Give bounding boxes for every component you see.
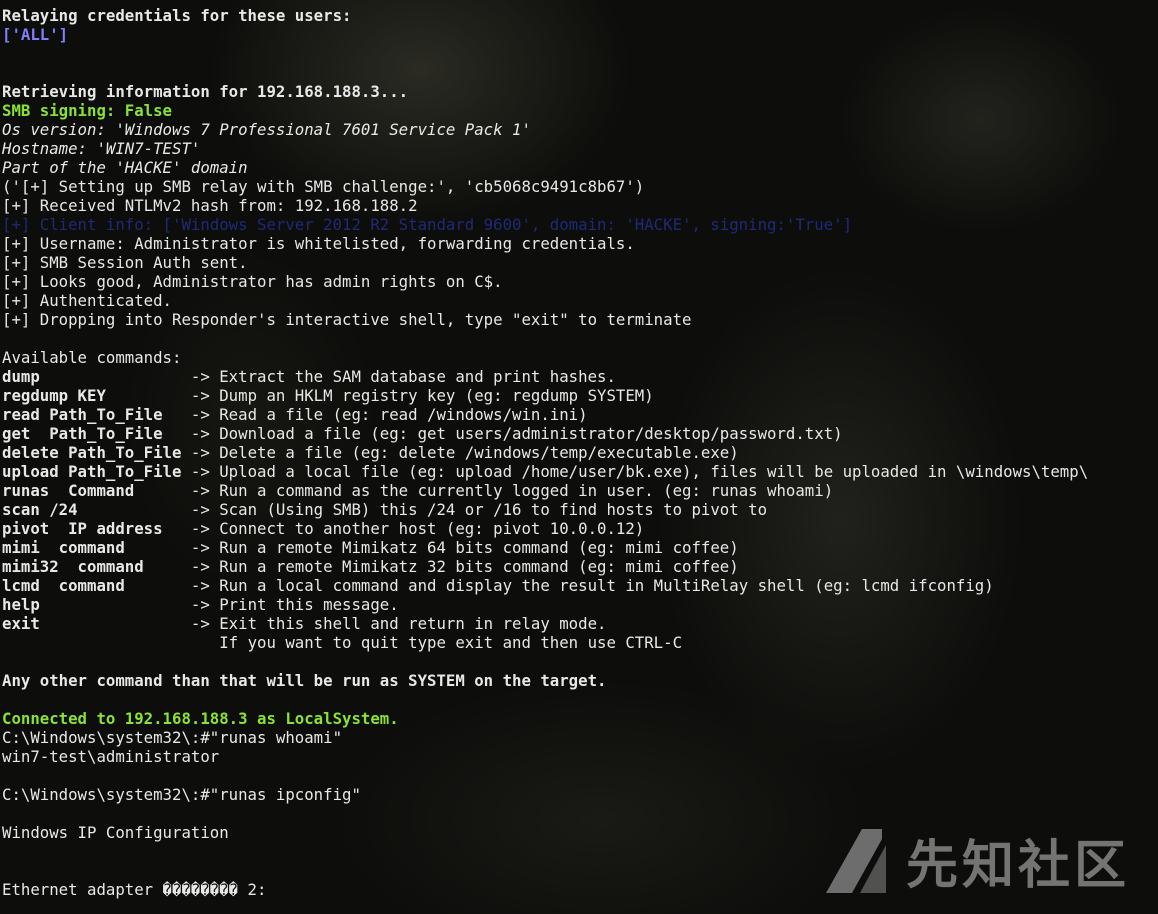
terminal-line: [+] Received NTLMv2 hash from: 192.168.1… xyxy=(2,196,418,215)
command-description: -> Run a local command and display the r… xyxy=(181,576,994,595)
command-description: -> Run a remote Mimikatz 32 bits command… xyxy=(181,557,739,576)
terminal-line: Hostname: 'WIN7-TEST' xyxy=(2,139,201,158)
terminal-line: C:\Windows\system32\:#"runas ipconfig" xyxy=(2,785,361,804)
command-name: exit xyxy=(2,614,182,633)
terminal-line: Relaying credentials for these users: xyxy=(2,6,352,25)
terminal-line: [+] SMB Session Auth sent. xyxy=(2,253,248,272)
command-description: -> Extract the SAM database and print ha… xyxy=(181,367,616,386)
command-description: If you want to quit type exit and then u… xyxy=(181,633,683,652)
command-name: read Path_To_File xyxy=(2,405,182,424)
command-help-row: regdump KEY -> Dump an HKLM registry key… xyxy=(2,386,1158,405)
command-name: runas Command xyxy=(2,481,182,500)
command-description: -> Run a remote Mimikatz 64 bits command… xyxy=(181,538,739,557)
command-description: -> Upload a local file (eg: upload /home… xyxy=(181,462,1089,481)
terminal-line: Any other command than that will be run … xyxy=(2,671,607,690)
command-help-row: help -> Print this message. xyxy=(2,595,1158,614)
command-name xyxy=(2,633,181,652)
command-description: -> Dump an HKLM registry key (eg: regdum… xyxy=(181,386,654,405)
terminal-line: ('[+] Setting up SMB relay with SMB chal… xyxy=(2,177,645,196)
command-help-row: read Path_To_File -> Read a file (eg: re… xyxy=(2,405,1158,424)
command-description: -> Connect to another host (eg: pivot 10… xyxy=(181,519,645,538)
command-help-row: upload Path_To_File -> Upload a local fi… xyxy=(2,462,1158,481)
command-description: -> Print this message. xyxy=(181,595,399,614)
terminal-line: [+] Dropping into Responder's interactiv… xyxy=(2,310,692,329)
command-description: -> Read a file (eg: read /windows/win.in… xyxy=(181,405,588,424)
command-name: delete Path_To_File xyxy=(2,443,182,462)
terminal-line: [+] Authenticated. xyxy=(2,291,173,310)
command-help-row: dump -> Extract the SAM database and pri… xyxy=(2,367,1158,386)
command-help-row: runas Command -> Run a command as the cu… xyxy=(2,481,1158,500)
terminal-line: [+] Username: Administrator is whitelist… xyxy=(2,234,635,253)
command-help-row: get Path_To_File -> Download a file (eg:… xyxy=(2,424,1158,443)
command-help-row: lcmd command -> Run a local command and … xyxy=(2,576,1158,595)
command-description: -> Download a file (eg: get users/admini… xyxy=(181,424,843,443)
terminal-line: SMB signing: False xyxy=(2,101,173,120)
command-help-row: scan /24 -> Scan (Using SMB) this /24 or… xyxy=(2,500,1158,519)
terminal-line: ['ALL'] xyxy=(2,25,69,44)
terminal-line: win7-test\administrator xyxy=(2,747,220,766)
command-name: regdump KEY xyxy=(2,386,182,405)
command-description: -> Scan (Using SMB) this /24 or /16 to f… xyxy=(181,500,768,519)
command-name: dump xyxy=(2,367,182,386)
command-description: -> Exit this shell and return in relay m… xyxy=(181,614,607,633)
terminal-line: Connected to 192.168.188.3 as LocalSyste… xyxy=(2,709,399,728)
command-help-row: If you want to quit type exit and then u… xyxy=(2,633,1158,652)
terminal-line: [+] Client info: ['Windows Server 2012 R… xyxy=(2,215,853,234)
terminal-line: Os version: 'Windows 7 Professional 7601… xyxy=(2,120,531,139)
command-name: get Path_To_File xyxy=(2,424,182,443)
command-help-row: mimi command -> Run a remote Mimikatz 64… xyxy=(2,538,1158,557)
command-description: -> Run a command as the currently logged… xyxy=(181,481,834,500)
command-description: -> Delete a file (eg: delete /windows/te… xyxy=(181,443,739,462)
terminal-output[interactable]: Relaying credentials for these users: ['A… xyxy=(2,6,1158,899)
terminal-line: Available commands: xyxy=(2,348,182,367)
watermark-text: 先知社区 xyxy=(905,836,1130,896)
command-name: lcmd command xyxy=(2,576,182,595)
command-name: mimi command xyxy=(2,538,182,557)
terminal-line: C:\Windows\system32\:#"runas whoami" xyxy=(2,728,343,747)
command-name: pivot IP address xyxy=(2,519,182,538)
xianzhi-logo-icon xyxy=(822,825,894,897)
terminal-line: [+] Looks good, Administrator has admin … xyxy=(2,272,503,291)
command-name: help xyxy=(2,595,182,614)
watermark: 先知社区 xyxy=(822,823,1130,898)
command-help-row: exit -> Exit this shell and return in re… xyxy=(2,614,1158,633)
command-name: scan /24 xyxy=(2,500,182,519)
terminal-line: Part of the 'HACKE' domain xyxy=(2,158,248,177)
command-name: upload Path_To_File xyxy=(2,462,182,481)
command-help-row: pivot IP address -> Connect to another h… xyxy=(2,519,1158,538)
command-help-row: delete Path_To_File -> Delete a file (eg… xyxy=(2,443,1158,462)
command-help-row: mimi32 command -> Run a remote Mimikatz … xyxy=(2,557,1158,576)
terminal-line: Retrieving information for 192.168.188.3… xyxy=(2,82,409,101)
command-name: mimi32 command xyxy=(2,557,182,576)
